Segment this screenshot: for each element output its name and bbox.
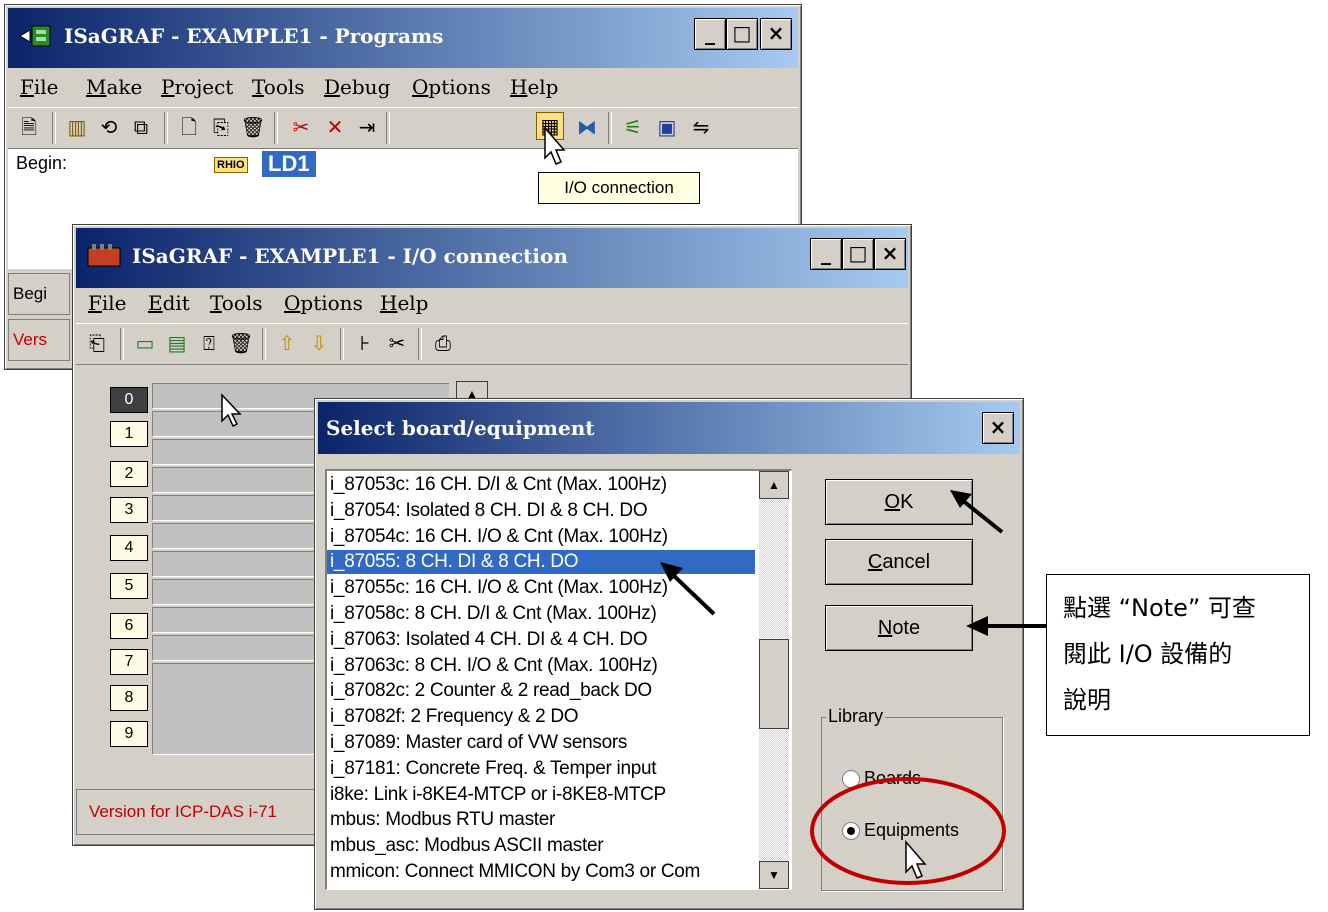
pointer-cursor-equipments [905,839,927,879]
arrow-to-ok-button [950,490,1004,534]
pointer-cursor-toolbar [544,125,566,165]
arrow-to-selected-item [660,562,716,616]
arrow-to-note-button [966,616,1046,636]
annotation-overlay [544,125,1046,885]
